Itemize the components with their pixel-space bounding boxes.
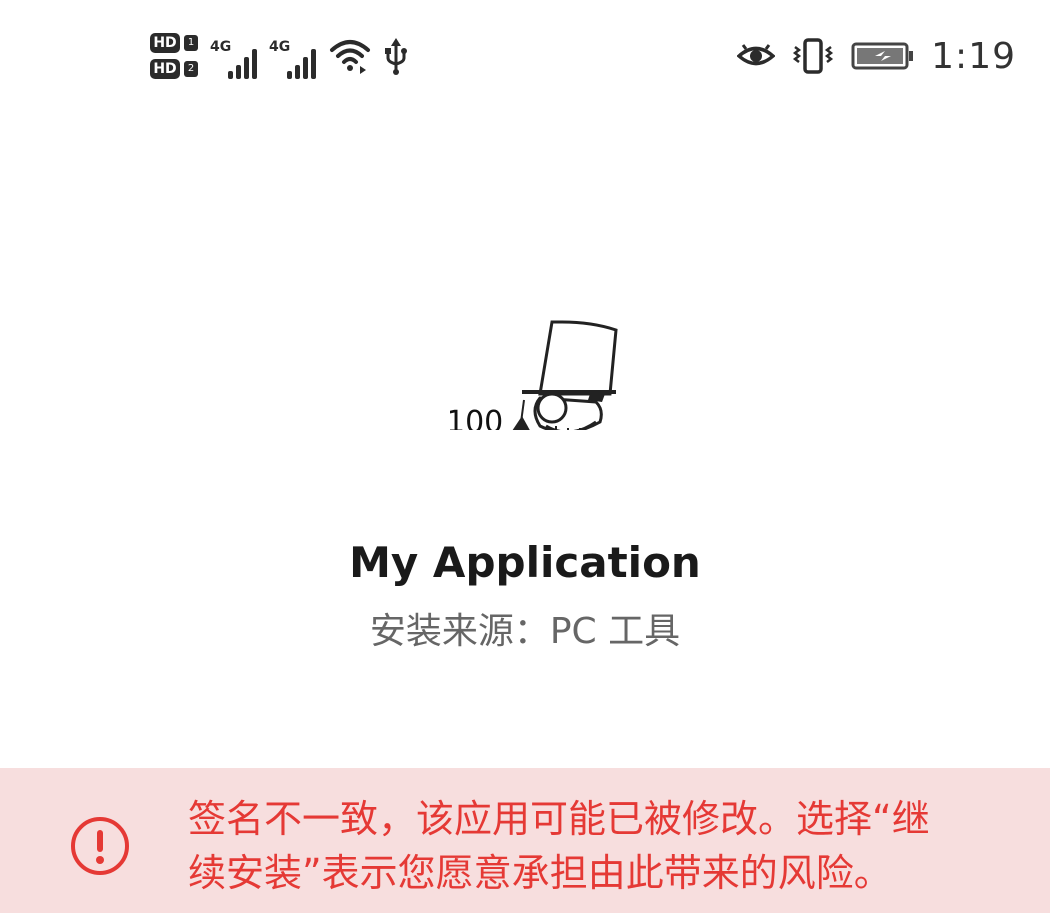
alert-circle-icon (71, 817, 129, 875)
signal-bar (228, 71, 233, 79)
sim1-row: HD 1 (150, 33, 198, 53)
sim1-badge: HD (150, 33, 180, 53)
signal-bars-2 (287, 45, 316, 79)
app-title: My Application (349, 538, 701, 587)
warning-message: 签名不一致，该应用可能已被修改。选择“继 续安装”表示您愿意承担由此带来的风险。 (188, 792, 1008, 900)
status-left: HD 1 HD 2 4G 4G (150, 28, 408, 84)
signal-bar (311, 49, 316, 79)
signal-bar (236, 65, 241, 79)
sim2-badge: HD (150, 59, 180, 79)
eye-icon (737, 44, 776, 66)
signal-1-icon: 4G (210, 33, 257, 79)
warning-line-2: 续安装”表示您愿意承担由此带来的风险。 (188, 851, 892, 895)
sim1-slot: 1 (184, 35, 198, 51)
icon-number: 100 (450, 405, 503, 430)
detective-hat-icon: 100 (450, 320, 618, 430)
wifi-icon (330, 40, 370, 74)
sim-badges: HD 1 HD 2 (150, 33, 198, 79)
battery-icon (851, 42, 914, 70)
signal-bar (287, 71, 292, 79)
signature-warning-banner: 签名不一致，该应用可能已被修改。选择“继 续安装”表示您愿意承担由此带来的风险。 (0, 768, 1050, 913)
install-source: 安装来源：PC 工具 (369, 611, 681, 652)
network-type-1: 4G (210, 39, 232, 55)
vibrate-icon (793, 38, 834, 74)
sim2-row: HD 2 (150, 59, 198, 79)
signal-bar (244, 57, 249, 79)
status-right: 1:19 (737, 30, 1016, 82)
status-bar: HD 1 HD 2 4G 4G 1:19 (0, 0, 1050, 110)
network-type-2: 4G (269, 39, 291, 55)
signal-2-icon: 4G (269, 33, 316, 79)
usb-icon (385, 38, 407, 75)
signal-bars-1 (228, 45, 257, 79)
signal-bar (303, 57, 308, 79)
sim2-slot: 2 (184, 61, 198, 77)
signal-bar (295, 65, 300, 79)
signal-bar (252, 49, 257, 79)
warning-line-1: 签名不一致，该应用可能已被修改。选择“继 (188, 797, 930, 841)
status-time: 1:19 (931, 35, 1016, 77)
